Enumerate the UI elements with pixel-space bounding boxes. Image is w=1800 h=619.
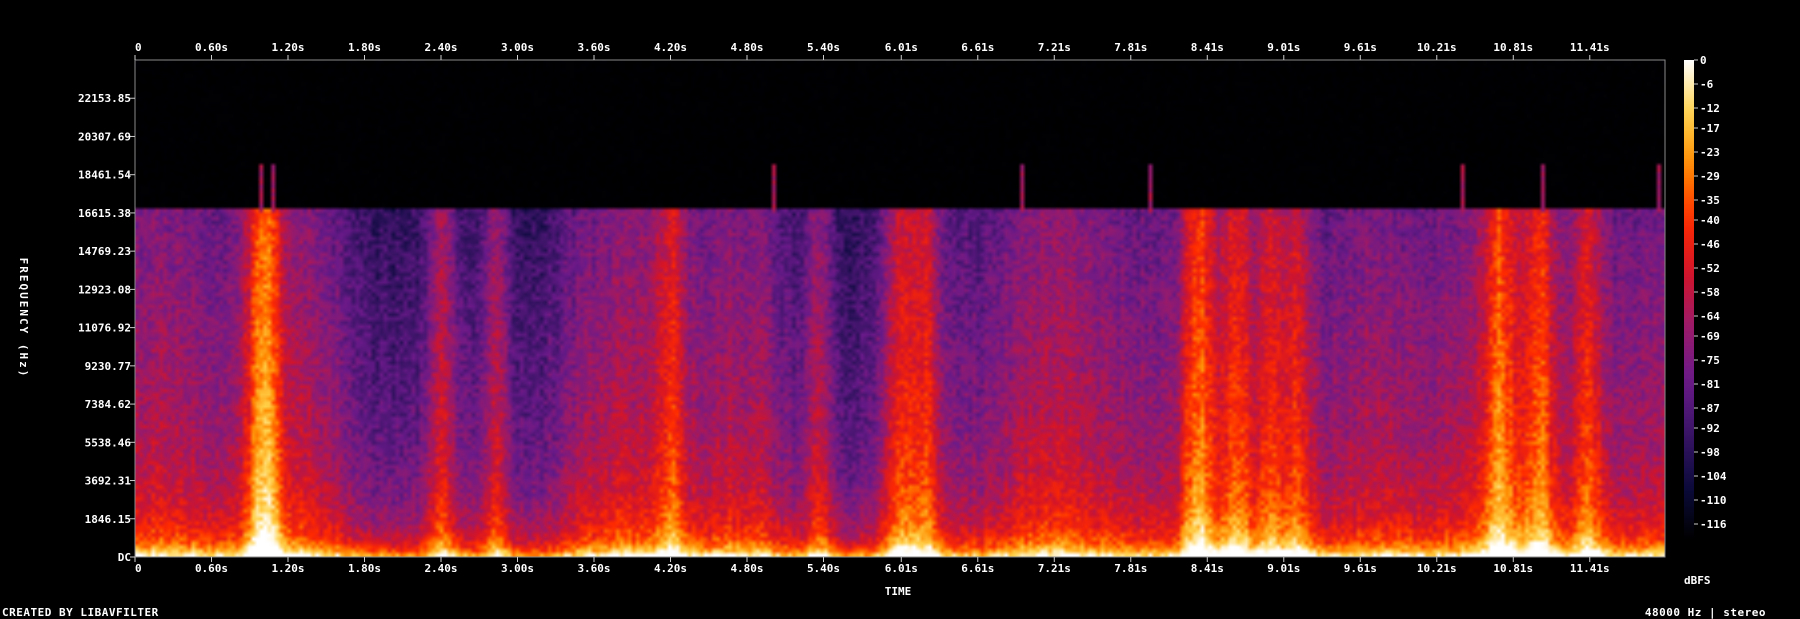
frequency-tick-label: 7384.62: [85, 398, 131, 411]
frequency-tick-label: 18461.54: [78, 169, 131, 182]
top-time-tick-label: 6.61s: [961, 41, 994, 54]
top-time-tick-label: 5.40s: [807, 41, 840, 54]
bottom-time-tick-label: 8.41s: [1191, 562, 1224, 575]
bottom-time-tick-label: 3.00s: [501, 562, 534, 575]
colorbar-tick-label: -29: [1700, 170, 1720, 183]
colorbar-tick-label: -23: [1700, 146, 1720, 159]
frequency-tick-label: 5538.46: [85, 436, 132, 449]
frequency-tick-label: 16615.38: [78, 207, 131, 220]
top-time-tick-label: 8.41s: [1191, 41, 1224, 54]
bottom-time-tick-label: 5.40s: [807, 562, 840, 575]
bottom-time-tick-label: 0: [135, 562, 142, 575]
bottom-time-tick-label: 6.61s: [961, 562, 994, 575]
top-time-tick-label: 4.20s: [654, 41, 687, 54]
colorbar-tick-label: -58: [1700, 286, 1720, 299]
frequency-tick-label: 14769.23: [78, 245, 131, 258]
colorbar-tick-label: -98: [1700, 446, 1720, 459]
top-time-tick-label: 10.21s: [1417, 41, 1457, 54]
colorbar-tick-label: -87: [1700, 402, 1720, 415]
frequency-axis: DC 1846.15 3692.31 5538.46 7384.62 9230.77 110…: [78, 92, 135, 564]
colorbar-tick-label: -46: [1700, 238, 1720, 251]
colorbar-tick-label: -35: [1700, 194, 1720, 207]
bottom-time-tick-label: 10.21s: [1417, 562, 1457, 575]
bottom-time-tick-label: 2.40s: [424, 562, 457, 575]
bottom-time-tick-label: 11.41s: [1570, 562, 1610, 575]
top-time-tick-label: 6.01s: [885, 41, 918, 54]
frequency-tick-label: DC: [118, 551, 131, 564]
footer-credit: CREATED BY LIBAVFILTER: [2, 606, 159, 619]
top-time-tick-label: 3.00s: [501, 41, 534, 54]
top-time-tick-label: 7.21s: [1038, 41, 1071, 54]
spectrogram-image: [135, 60, 1665, 557]
colorbar-tick-label: -64: [1700, 310, 1720, 323]
bottom-time-tick-label: 7.81s: [1114, 562, 1147, 575]
frequency-tick-label: 11076.92: [78, 322, 131, 335]
colorbar-tick-label: -17: [1700, 122, 1720, 135]
bottom-time-tick-label: 4.80s: [730, 562, 763, 575]
frequency-tick-label: 1846.15: [85, 513, 131, 526]
x-axis-title: TIME: [885, 585, 912, 598]
bottom-time-tick-label: 4.20s: [654, 562, 687, 575]
bottom-time-tick-label: 7.21s: [1038, 562, 1071, 575]
top-time-tick-label: 3.60s: [577, 41, 610, 54]
top-time-tick-label: 2.40s: [424, 41, 457, 54]
top-time-axis: 0 0.60s 1.20s 1.80s 2.40s 3.00s 3.60s 4.20s 4.80…: [134, 41, 1610, 60]
colorbar-tick-label: -110: [1700, 494, 1727, 507]
bottom-time-tick-label: 1.20s: [271, 562, 304, 575]
colorbar-tick-label: -52: [1700, 262, 1720, 275]
spectrogram-plot-area: [135, 60, 1665, 557]
frequency-tick-label: 20307.69: [78, 130, 131, 143]
top-time-tick-label: 7.81s: [1114, 41, 1147, 54]
bottom-time-tick-label: 3.60s: [577, 562, 610, 575]
bottom-time-tick-label: 9.01s: [1267, 562, 1300, 575]
colorbar: 0 -6 -12 -17 -23 -29 -35 -40 -46 -52 -58 -64 -69 -75 -…: [1684, 54, 1727, 540]
colorbar-strip: [1684, 60, 1694, 540]
y-axis-title: FREQUENCY (Hz): [17, 258, 30, 379]
bottom-time-tick-label: 10.81s: [1493, 562, 1533, 575]
bottom-time-tick-label: 9.61s: [1344, 562, 1377, 575]
top-time-tick-label: 11.41s: [1570, 41, 1610, 54]
footer-audio-info: 48000 Hz | stereo: [1644, 606, 1766, 619]
colorbar-tick-label: -104: [1700, 470, 1727, 483]
frequency-tick-label: 9230.77: [85, 360, 131, 373]
bottom-time-axis: 0 0.60s 1.20s 1.80s 2.40s 3.00s 3.60s 4.20s 4.80…: [134, 557, 1610, 575]
colorbar-tick-label: -81: [1700, 378, 1720, 391]
frequency-tick-label: 22153.85: [78, 92, 131, 105]
top-time-tick-label: 0.60s: [195, 41, 228, 54]
top-time-tick-label: 1.80s: [348, 41, 381, 54]
colorbar-tick-label: -116: [1700, 518, 1727, 531]
spectrogram-figure: 0 0.60s 1.20s 1.80s 2.40s 3.00s 3.60s 4.20s 4.80…: [17, 41, 1727, 598]
top-time-tick-label: 4.80s: [730, 41, 763, 54]
frequency-tick-label: 3692.31: [85, 475, 132, 488]
colorbar-tick-label: -6: [1700, 78, 1714, 91]
colorbar-tick-label: 0: [1700, 54, 1707, 67]
top-time-tick-label: 10.81s: [1493, 41, 1533, 54]
bottom-time-tick-label: 0.60s: [195, 562, 228, 575]
top-time-tick-label: 9.61s: [1344, 41, 1377, 54]
bottom-time-tick-label: 1.80s: [348, 562, 381, 575]
top-time-tick-label: 0: [135, 41, 142, 54]
colorbar-tick-label: -12: [1700, 102, 1720, 115]
top-time-tick-label: 1.20s: [271, 41, 304, 54]
colorbar-tick-label: -40: [1700, 214, 1720, 227]
colorbar-tick-label: -69: [1700, 330, 1720, 343]
colorbar-unit-label: dBFS: [1684, 574, 1711, 587]
colorbar-tick-label: -75: [1700, 354, 1720, 367]
frequency-tick-label: 12923.08: [78, 283, 131, 296]
top-time-tick-label: 9.01s: [1267, 41, 1300, 54]
colorbar-tick-label: -92: [1700, 422, 1720, 435]
bottom-time-tick-label: 6.01s: [885, 562, 918, 575]
